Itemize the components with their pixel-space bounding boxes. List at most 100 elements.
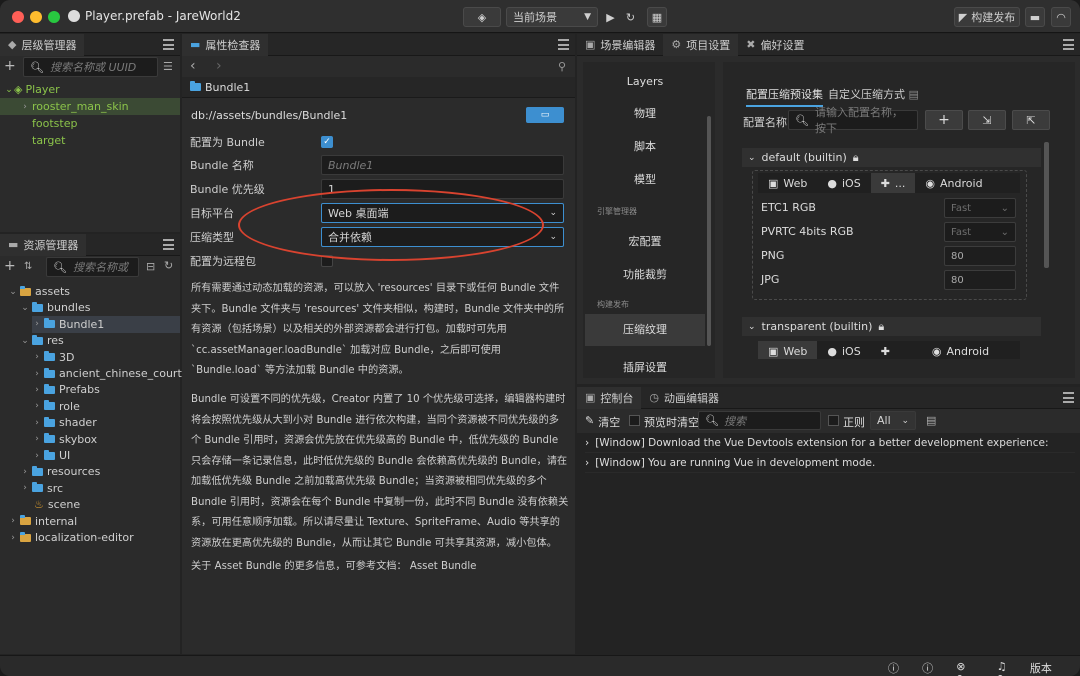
- bundle-name-input[interactable]: Bundle1: [321, 155, 564, 175]
- add-node-icon[interactable]: +: [4, 58, 16, 74]
- asset-item[interactable]: › role: [32, 398, 80, 415]
- maximize-window-button[interactable]: [48, 11, 60, 23]
- pin-icon[interactable]: ⚲: [558, 60, 566, 73]
- play-button[interactable]: ▶: [601, 7, 620, 27]
- warn-count[interactable]: ⓘ 0: [922, 660, 942, 676]
- nav-scrollbar[interactable]: [707, 116, 711, 346]
- platform-tab-ios[interactable]: ● iOS: [817, 341, 870, 359]
- regex-checkbox[interactable]: [828, 415, 839, 426]
- asset-item[interactable]: › src: [20, 480, 63, 497]
- chevron-right-icon[interactable]: ›: [32, 451, 42, 461]
- asset-item[interactable]: ⌄ res: [20, 332, 64, 349]
- asset-item[interactable]: ⌄ bundles: [20, 299, 90, 316]
- hierarchy-menu-icon[interactable]: [163, 39, 174, 50]
- nav-item[interactable]: 压缩纹理: [585, 314, 705, 346]
- import-config-button[interactable]: ⇲: [968, 110, 1006, 130]
- console-menu-icon[interactable]: [1063, 392, 1074, 403]
- chevron-right-icon[interactable]: ›: [32, 401, 42, 411]
- asset-item[interactable]: ♨ scene: [24, 496, 80, 513]
- chevron-down-icon[interactable]: ⌄: [20, 303, 30, 313]
- chevron-right-icon[interactable]: ›: [32, 434, 42, 444]
- platform-tab-android[interactable]: ◉ Android: [915, 173, 992, 193]
- group-transparent-header[interactable]: ⌄ transparent (builtin) 🔒︎: [742, 317, 1041, 336]
- is-bundle-checkbox[interactable]: ✓: [321, 136, 333, 148]
- sort-icon[interactable]: ⇅: [24, 261, 32, 272]
- error-count[interactable]: ⊗ 0: [956, 660, 974, 676]
- quality-select[interactable]: Fast ⌄: [944, 222, 1016, 242]
- chevron-down-icon[interactable]: ⌄: [20, 336, 30, 346]
- export-config-button[interactable]: ⇱: [1012, 110, 1050, 130]
- tree-item-footstep[interactable]: footstep: [32, 115, 77, 132]
- platform-tab-web[interactable]: ▣ Web: [758, 173, 817, 193]
- tree-item-player[interactable]: ⌄ ◈ Player: [4, 81, 59, 98]
- back-icon[interactable]: ‹: [190, 58, 196, 74]
- quality-input[interactable]: 80: [944, 270, 1016, 290]
- group-default-header[interactable]: ⌄ default (builtin) 🔒︎: [742, 148, 1041, 167]
- tab-preferences[interactable]: ✖ 偏好设置: [738, 34, 812, 56]
- tab-assets[interactable]: ▬ 资源管理器: [0, 233, 87, 256]
- scene-select[interactable]: 当前场景 ▼: [506, 7, 598, 27]
- console-search-input[interactable]: 🔍︎ 搜索: [698, 411, 821, 430]
- notice-count[interactable]: ♫ 0: [997, 660, 1016, 676]
- nav-item[interactable]: 模型: [585, 168, 705, 192]
- asset-item[interactable]: › skybox: [32, 431, 97, 448]
- subtab-custom[interactable]: 自定义压缩方式 ▤: [828, 86, 919, 102]
- chevron-down-icon[interactable]: ⌄: [8, 287, 18, 297]
- transform-tool-button[interactable]: ◈: [463, 7, 501, 27]
- tab-console[interactable]: ▣ 控制台: [577, 386, 642, 409]
- tab-scene-editor[interactable]: ▣ 场景编辑器: [577, 34, 663, 56]
- tab-animation[interactable]: ◷ 动画编辑器: [641, 387, 727, 409]
- platform-tab-minigame[interactable]: ✚: [871, 341, 900, 359]
- list-view-icon[interactable]: ☰: [163, 60, 173, 73]
- clear-button[interactable]: ✎ 清空: [585, 414, 620, 430]
- add-config-button[interactable]: +: [925, 110, 963, 130]
- tab-project-settings[interactable]: ⚙ 项目设置: [663, 33, 739, 56]
- tree-item-target[interactable]: target: [32, 132, 65, 149]
- chevron-right-icon[interactable]: ›: [8, 533, 18, 543]
- platform-tab-minigame[interactable]: ✚...: [870, 173, 916, 193]
- nav-item[interactable]: 物理: [585, 102, 705, 126]
- quality-select[interactable]: Fast ⌄: [944, 198, 1016, 218]
- asset-item[interactable]: › 3D: [32, 349, 74, 366]
- qrcode-button[interactable]: ▦: [647, 7, 667, 27]
- build-button[interactable]: ◤ 构建发布: [954, 7, 1020, 27]
- minimize-window-button[interactable]: [30, 11, 42, 23]
- open-folder-button[interactable]: ▭: [526, 107, 564, 123]
- tab-hierarchy[interactable]: ◆ 层级管理器: [0, 33, 85, 56]
- nav-item[interactable]: 脚本: [585, 135, 705, 159]
- asset-item[interactable]: › shader: [32, 414, 97, 431]
- assets-menu-icon[interactable]: [163, 239, 174, 250]
- console-line[interactable]: › [Window] Download the Vue Devtools exte…: [585, 433, 1075, 453]
- chevron-right-icon[interactable]: ›: [32, 418, 42, 428]
- platform-tab-ios[interactable]: ● iOS: [817, 173, 870, 193]
- hierarchy-search-input[interactable]: 🔍︎ 搜索名称或 UUID: [23, 57, 158, 77]
- refresh-button[interactable]: ↻: [621, 7, 640, 27]
- config-name-input[interactable]: 🔍︎ 请输入配置名称，按下: [788, 106, 918, 135]
- console-line[interactable]: › [Window] You are running Vue in develop…: [585, 453, 1075, 473]
- chevron-right-icon[interactable]: ›: [32, 319, 42, 329]
- preview-clear-checkbox[interactable]: [629, 415, 640, 426]
- chevron-right-icon[interactable]: ›: [20, 483, 30, 493]
- asset-item[interactable]: › localization-editor: [8, 529, 133, 546]
- asset-item[interactable]: › Prefabs: [32, 381, 100, 398]
- project-menu-icon[interactable]: [1063, 39, 1074, 50]
- forward-icon[interactable]: ›: [216, 58, 222, 74]
- asset-item[interactable]: › resources: [20, 463, 100, 480]
- quality-input[interactable]: 80: [944, 246, 1016, 266]
- tab-inspector[interactable]: ▬ 属性检查器: [182, 33, 269, 56]
- info-count[interactable]: ⓘ 0: [888, 660, 908, 676]
- platform-tab-android[interactable]: ◉ Android: [922, 341, 999, 359]
- nav-item[interactable]: Layers: [585, 70, 705, 94]
- refresh-icon[interactable]: ↻: [164, 259, 173, 272]
- console-settings-icon[interactable]: ▤: [926, 414, 936, 427]
- assets-search-input[interactable]: 🔍︎ 搜索名称或: [46, 257, 139, 277]
- nav-item[interactable]: 插屏设置: [585, 356, 705, 380]
- chevron-right-icon[interactable]: ›: [32, 352, 42, 362]
- nav-item[interactable]: 宏配置: [585, 230, 705, 254]
- inspector-menu-icon[interactable]: [558, 39, 569, 50]
- collapse-icon[interactable]: ⊟: [146, 260, 155, 273]
- add-asset-icon[interactable]: +: [4, 258, 16, 274]
- asset-item[interactable]: ⌄ assets: [8, 283, 70, 300]
- chevron-right-icon[interactable]: ›: [8, 516, 18, 526]
- chevron-right-icon[interactable]: ›: [32, 385, 42, 395]
